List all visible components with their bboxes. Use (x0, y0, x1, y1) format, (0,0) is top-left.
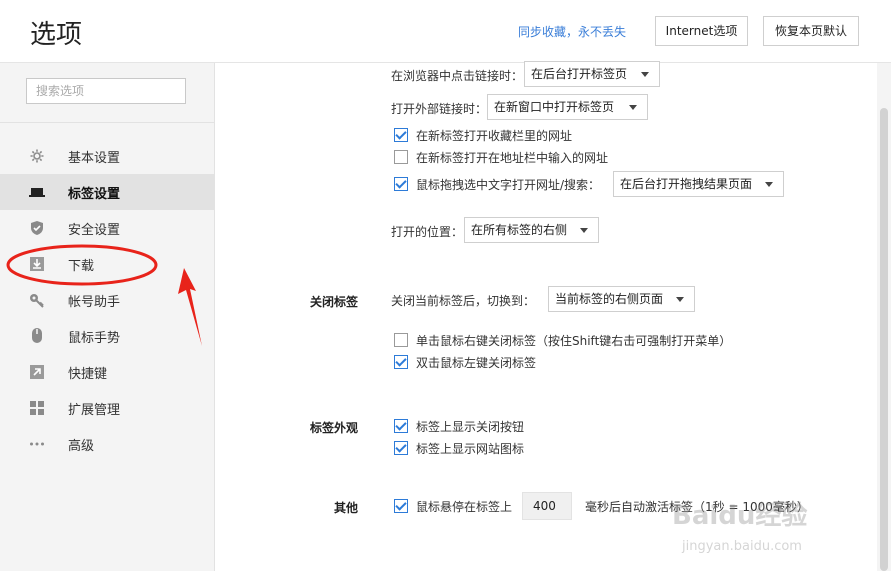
chevron-down-icon (765, 182, 773, 187)
grid-icon (30, 401, 44, 415)
chevron-down-icon (629, 105, 637, 110)
after-close-select[interactable]: 当前标签的右侧页面 (548, 286, 695, 312)
sidebar-item-security[interactable]: 安全设置 (0, 210, 214, 246)
sidebar-item-basic[interactable]: 基本设置 (0, 138, 214, 174)
right-click-close-checkbox[interactable] (394, 333, 408, 347)
chevron-down-icon (676, 297, 684, 302)
show-close-button-checkbox[interactable] (394, 419, 408, 433)
other-section-title: 其他 (334, 501, 359, 515)
middle-click-select-value: 在后台打开标签页 (531, 67, 628, 81)
search-input[interactable]: 搜索选项 (26, 78, 186, 104)
restore-defaults-button[interactable]: 恢复本页默认 (763, 16, 859, 46)
sidebar-item-download[interactable]: 下载 (0, 246, 214, 282)
sidebar-item-label: 下载 (68, 259, 95, 274)
sidebar-item-shortcuts[interactable]: 快捷键 (0, 354, 214, 390)
open-position-select[interactable]: 在所有标签的右侧 (464, 217, 599, 243)
baidu-watermark-logo: Baidu经验 jingyan.baidu.com (672, 500, 807, 554)
hover-activate-checkbox[interactable] (394, 499, 408, 513)
watermark-text: Baidu经验 (672, 500, 807, 531)
watermark-url: jingyan.baidu.com (681, 539, 802, 554)
sync-bookmarks-link[interactable]: 同步收藏，永不丢失 (518, 23, 626, 40)
sidebar-item-label: 基本设置 (68, 151, 121, 166)
open-addressbar-new-tab-checkbox[interactable] (394, 150, 408, 164)
open-position-label: 打开的位置： (391, 225, 464, 239)
tab-icon (29, 188, 45, 197)
double-click-close-label: 双击鼠标左键关闭标签 (416, 356, 537, 370)
key-icon (30, 294, 44, 308)
shortcut-arrow-icon (30, 365, 44, 379)
external-link-select-value: 在新窗口中打开标签页 (494, 100, 615, 114)
sidebar-divider (0, 122, 214, 123)
mouse-icon (32, 328, 42, 343)
chevron-down-icon (641, 72, 649, 77)
drag-text-open-label: 鼠标拖拽选中文字打开网址/搜索： (416, 178, 601, 192)
content-scrollbar[interactable] (877, 63, 891, 571)
middle-click-label: 在浏览器中点击链接时： (391, 69, 524, 83)
internet-options-button[interactable]: Internet选项 (655, 16, 748, 46)
sidebar: 搜索选项 基本设置 标签设置 安全设置 下载 帐号助手 鼠标手势 快捷键 扩展管… (0, 63, 215, 571)
sidebar-item-label: 快捷键 (68, 367, 108, 382)
sidebar-item-label: 安全设置 (68, 223, 121, 238)
close-tab-section-title: 关闭标签 (310, 295, 359, 309)
sidebar-item-label: 鼠标手势 (68, 331, 121, 346)
sidebar-item-account[interactable]: 帐号助手 (0, 282, 214, 318)
show-site-icon-checkbox[interactable] (394, 441, 408, 455)
chevron-down-icon (580, 228, 588, 233)
show-close-button-label: 标签上显示关闭按钮 (416, 420, 525, 434)
appearance-section-title: 标签外观 (310, 421, 359, 435)
after-close-select-value: 当前标签的右侧页面 (555, 292, 664, 306)
after-close-label: 关闭当前标签后，切换到： (391, 294, 536, 308)
hover-delay-input[interactable]: 400 (522, 492, 572, 520)
more-dots-icon (30, 442, 44, 446)
sidebar-item-label: 帐号助手 (68, 295, 121, 310)
scrollbar-thumb[interactable] (880, 108, 888, 571)
open-bookmarks-new-tab-label: 在新标签打开收藏栏里的网址 (416, 129, 573, 143)
download-icon (30, 257, 44, 271)
drag-text-select-value: 在后台打开拖拽结果页面 (620, 177, 753, 191)
open-position-select-value: 在所有标签的右侧 (471, 223, 568, 237)
middle-click-select[interactable]: 在后台打开标签页 (524, 61, 660, 87)
drag-text-open-checkbox[interactable] (394, 177, 408, 191)
shield-check-icon (31, 221, 43, 235)
gear-icon (30, 149, 44, 163)
show-site-icon-label: 标签上显示网站图标 (416, 442, 525, 456)
open-addressbar-new-tab-label: 在新标签打开在地址栏中输入的网址 (416, 151, 609, 165)
page-title: 选项 (30, 20, 83, 50)
sidebar-item-label: 高级 (68, 439, 95, 454)
sidebar-item-mouse-gesture[interactable]: 鼠标手势 (0, 318, 214, 354)
sidebar-item-extensions[interactable]: 扩展管理 (0, 390, 214, 426)
double-click-close-checkbox[interactable] (394, 355, 408, 369)
external-link-select[interactable]: 在新窗口中打开标签页 (487, 94, 648, 120)
sidebar-item-label: 扩展管理 (68, 403, 121, 418)
external-link-label: 打开外部链接时： (391, 102, 488, 116)
header-bar: 选项 同步收藏，永不丢失 Internet选项 恢复本页默认 (0, 0, 891, 63)
drag-text-select[interactable]: 在后台打开拖拽结果页面 (613, 171, 784, 197)
open-bookmarks-new-tab-checkbox[interactable] (394, 128, 408, 142)
sidebar-item-tabs[interactable]: 标签设置 (0, 174, 214, 210)
sidebar-item-label: 标签设置 (68, 187, 121, 202)
right-click-close-label: 单击鼠标右键关闭标签（按住Shift键右击可强制打开菜单） (416, 334, 732, 348)
sidebar-item-advanced[interactable]: 高级 (0, 426, 214, 462)
hover-activate-label: 鼠标悬停在标签上 (416, 500, 513, 514)
